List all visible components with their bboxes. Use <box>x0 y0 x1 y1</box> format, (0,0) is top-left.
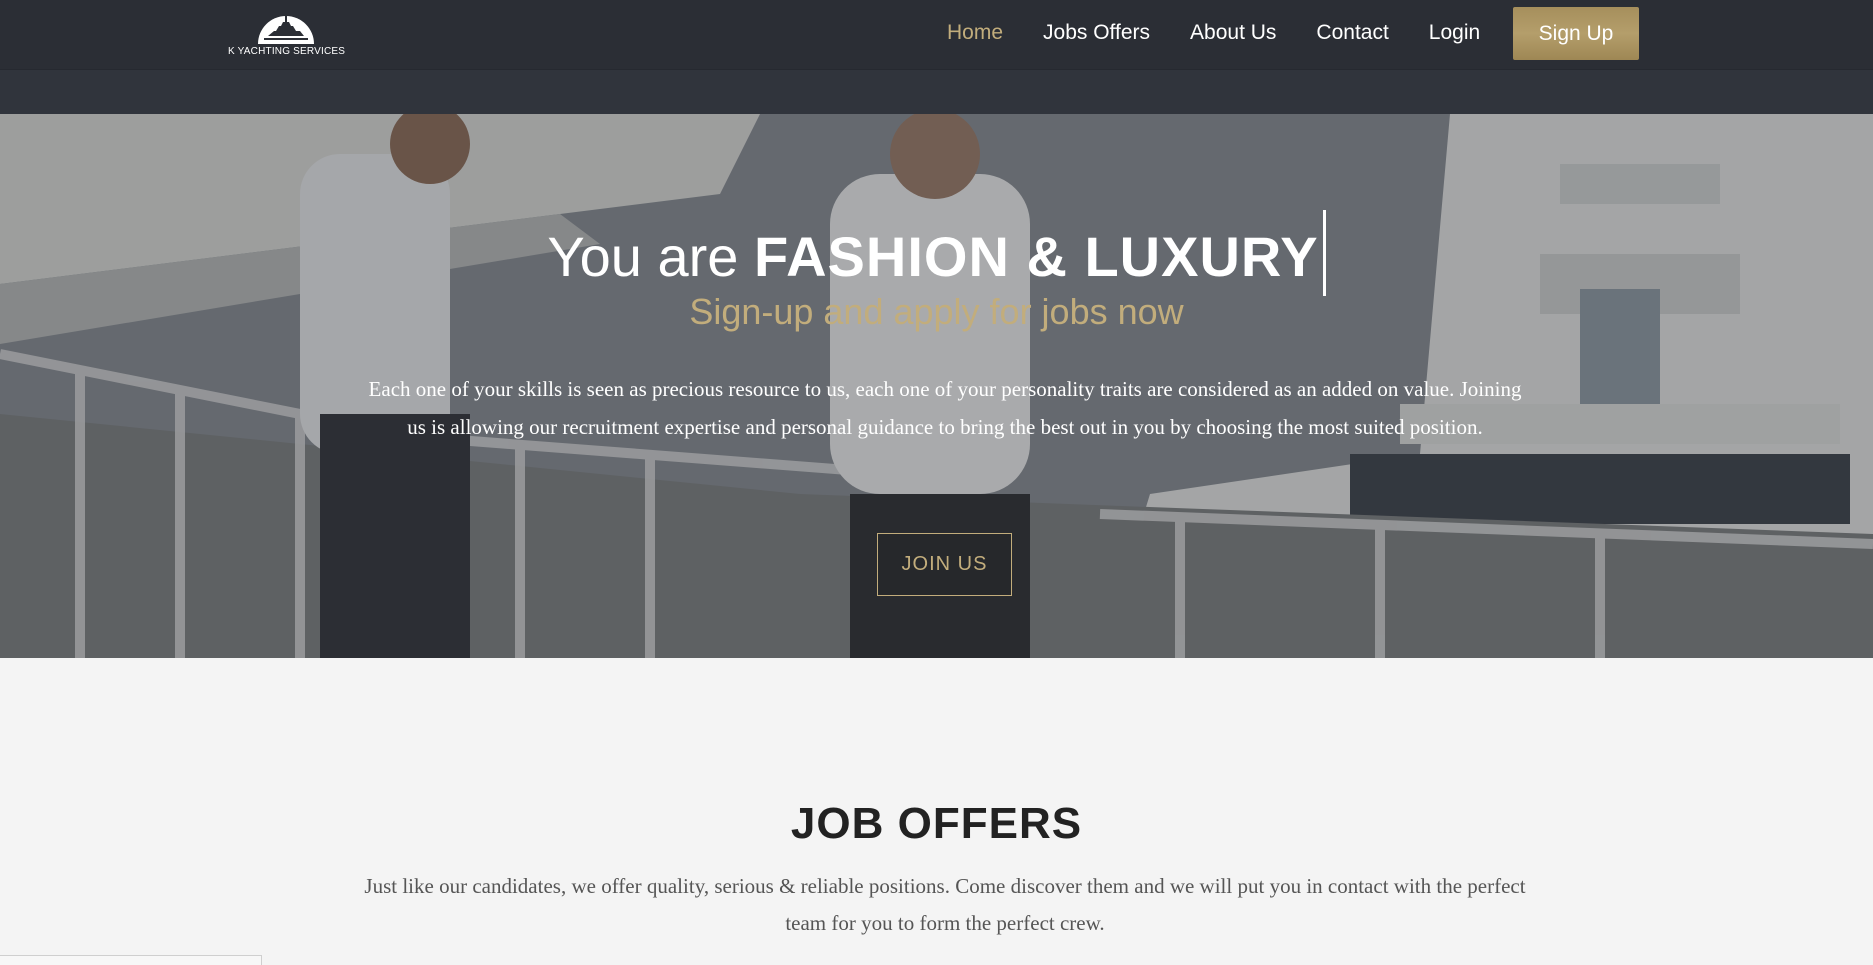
yacht-logo-icon <box>258 16 314 44</box>
logo-text: K YACHTING SERVICES <box>228 46 346 57</box>
hero-title-prefix: You are <box>547 225 739 288</box>
site-logo[interactable]: K YACHTING SERVICES <box>228 6 346 60</box>
main-nav: Home Jobs Offers About Us Contact Login <box>947 0 1520 66</box>
hero-description: Each one of your skills is seen as preci… <box>368 377 1522 439</box>
browser-status-bar <box>0 955 262 965</box>
navbar-lower-strip <box>0 69 1873 114</box>
hero-title: You are FASHION & LUXURY <box>0 210 1873 296</box>
nav-about-us[interactable]: About Us <box>1190 21 1276 45</box>
nav-login[interactable]: Login <box>1429 21 1480 45</box>
hero-title-highlight: FASHION & LUXURY <box>753 225 1319 288</box>
nav-home[interactable]: Home <box>947 21 1003 45</box>
hero-section: You are FASHION & LUXURY Sign-up and app… <box>0 114 1873 658</box>
top-navbar: K YACHTING SERVICES Home Jobs Offers Abo… <box>0 0 1873 114</box>
typing-cursor <box>1322 210 1326 296</box>
signup-button[interactable]: Sign Up <box>1513 7 1639 60</box>
join-us-button[interactable]: JOIN US <box>877 533 1012 596</box>
hero-subtitle: Sign-up and apply for jobs now <box>689 291 1184 332</box>
job-offers-section: JOB OFFERS Just like our candidates, we … <box>0 658 1873 965</box>
job-offers-title: JOB OFFERS <box>790 799 1083 848</box>
job-offers-description: Just like our candidates, we offer quali… <box>364 874 1526 935</box>
nav-contact[interactable]: Contact <box>1316 21 1388 45</box>
nav-jobs-offers[interactable]: Jobs Offers <box>1043 21 1150 45</box>
